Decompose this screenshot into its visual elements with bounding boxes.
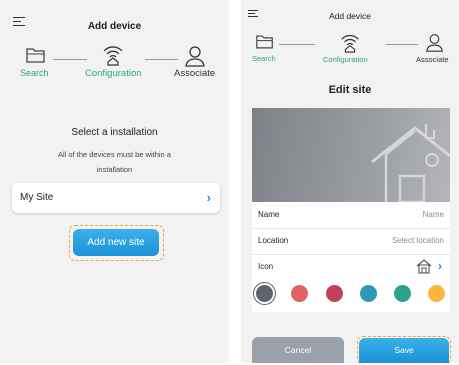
color-swatch[interactable] [428,285,445,302]
edit-site-heading: Edit site [328,84,372,96]
site-name: My Site [20,192,54,203]
color-swatch[interactable] [360,285,377,302]
select-subtext-2: installation [96,165,133,174]
router-wifi-icon [341,35,359,53]
icon-label: Icon [258,262,274,271]
house-outline-icon [371,124,450,202]
location-select[interactable]: Select location [392,236,444,245]
step-label-configuration: Configuration [323,55,368,64]
router-wifi-icon [103,46,123,66]
save-button[interactable]: Save [359,338,449,363]
select-subtext: All of the devices must be within a [58,150,171,159]
chevron-right-icon: › [206,190,211,205]
folder-icon [256,35,273,49]
left-screen: Add device Search Configuration Associat… [0,0,229,363]
color-swatch[interactable] [394,285,411,302]
color-swatch[interactable] [326,285,343,302]
add-new-site-button[interactable]: Add new site [73,229,159,256]
stepper-line [53,59,87,60]
step-label-search: Search [20,68,49,78]
select-heading: Select a installation [71,127,158,138]
color-palette [252,280,450,308]
step-label-associate: Associate [174,68,216,79]
user-icon [426,34,443,52]
stepper-line [145,59,178,60]
page-title: Add device [328,11,372,21]
color-swatch-selected[interactable] [256,285,273,302]
location-label: Location [258,236,289,245]
site-item-my-site[interactable]: My Site › [12,183,220,213]
step-label-configuration: Configuration [85,68,142,79]
step-label-search: Search [252,54,276,63]
site-hero-image[interactable] [252,108,450,202]
name-field[interactable]: Name Name [252,202,450,229]
house-icon [416,259,432,274]
user-icon [185,46,205,67]
folder-icon [26,48,45,63]
name-input[interactable]: Name [423,210,444,219]
name-label: Name [258,210,280,219]
stepper-line [279,44,315,45]
location-field[interactable]: Location Select location [252,228,450,255]
cancel-button[interactable]: Cancel [252,337,344,363]
chevron-right-icon[interactable]: › [438,259,442,273]
color-swatch[interactable] [291,285,308,302]
step-label-associate: Associate [416,55,449,64]
stepper-line [386,44,418,45]
icon-field[interactable]: Icon › [252,254,450,280]
page-title: Add device [87,21,142,32]
